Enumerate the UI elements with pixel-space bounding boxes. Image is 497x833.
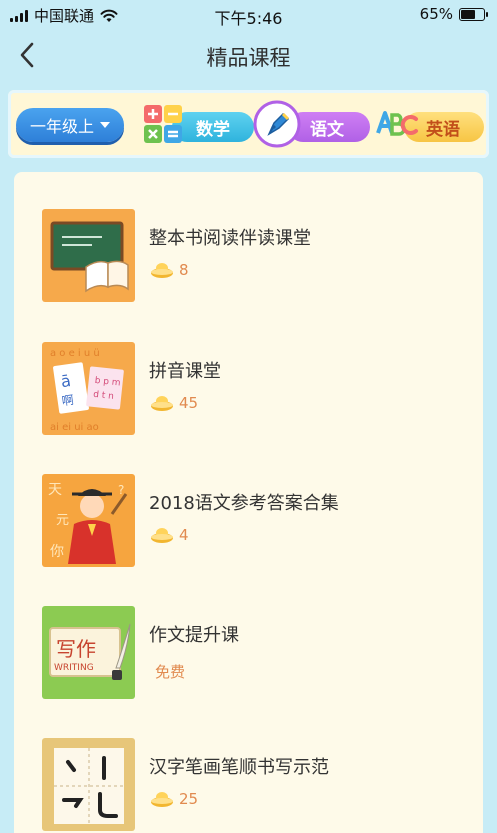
course-price: 4: [150, 526, 189, 544]
course-title: 拼音课堂: [149, 361, 221, 382]
svg-text:你: 你: [50, 544, 64, 560]
course-price-value: 45: [179, 394, 199, 412]
battery-icon: [459, 7, 488, 21]
course-price-free: 免费: [155, 663, 186, 681]
svg-text:a o e i u ü: a o e i u ü: [50, 348, 100, 359]
course-title: 整本书阅读伴读课堂: [149, 228, 311, 249]
course-thumbnail: 天 元 你 ?: [42, 474, 135, 567]
battery-percent: 65%: [419, 5, 453, 23]
writing-scroll-icon: 写作 WRITING: [49, 623, 131, 680]
course-price-value: 8: [179, 261, 189, 279]
stroke-grid-icon: [54, 748, 124, 824]
chalkboard-book-icon: [50, 221, 129, 293]
svg-text:ai ei ui ao: ai ei ui ao: [50, 422, 99, 433]
course-thumbnail: a o e i u ü ā 啊 b p m d t n ai ei ui ao: [42, 342, 135, 435]
subject-bar: 一年级上 数学 语文 英语: [8, 90, 489, 158]
course-item[interactable]: 整本书阅读伴读课堂 8: [42, 209, 472, 304]
course-item[interactable]: 汉字笔画笔顺书写示范 25: [42, 738, 472, 833]
course-item[interactable]: a o e i u ü ā 啊 b p m d t n ai ei ui ao …: [42, 342, 472, 437]
grade-dropdown[interactable]: 一年级上: [16, 108, 124, 142]
tab-english[interactable]: 英语: [374, 96, 486, 152]
svg-text:天: 天: [48, 482, 62, 498]
abc-icon: [376, 111, 418, 136]
course-list: 整本书阅读伴读课堂 8 a o e i u ü ā 啊 b p m d t n …: [14, 172, 483, 833]
svg-text:元: 元: [56, 513, 69, 528]
course-thumbnail: [42, 209, 135, 302]
tab-chinese[interactable]: 语文: [252, 96, 372, 152]
svg-text:啊: 啊: [61, 393, 75, 409]
svg-text:WRITING: WRITING: [54, 663, 94, 673]
course-price-value: 25: [179, 790, 199, 808]
course-price: 45: [150, 394, 198, 412]
course-title: 汉字笔画笔顺书写示范: [149, 757, 329, 778]
svg-text:?: ?: [118, 483, 124, 497]
grade-label: 一年级上: [29, 117, 94, 136]
gold-ingot-icon: [151, 528, 173, 543]
course-title: 作文提升课: [149, 625, 239, 646]
course-price-value: 4: [179, 526, 189, 544]
course-thumbnail: 写作 WRITING: [42, 606, 135, 699]
course-price: 25: [150, 790, 198, 808]
tab-chinese-label: 语文: [310, 119, 344, 140]
page-title: 精品课程: [206, 46, 291, 70]
svg-text:写作: 写作: [56, 637, 96, 661]
tab-math-label: 数学: [196, 119, 230, 140]
math-icon: [144, 105, 182, 143]
nav-bar: 精品课程: [0, 30, 497, 80]
gold-ingot-icon: [151, 396, 173, 411]
pen-icon: [253, 100, 301, 148]
status-right: 65%: [419, 5, 488, 23]
pinyin-cards-icon: a o e i u ü ā 啊 b p m d t n ai ei ui ao: [50, 348, 124, 433]
chevron-down-icon: [100, 122, 110, 128]
gold-ingot-icon: [151, 792, 173, 807]
course-item[interactable]: 写作 WRITING 作文提升课 免费: [42, 606, 472, 701]
screen: 中国联通 下午5:46 65% 精品课程 一年级上 数学 语文 英语 整本书阅读…: [0, 0, 497, 833]
battery-fill: [461, 9, 476, 19]
course-title: 2018语文参考答案合集: [149, 493, 339, 514]
tab-english-label: 英语: [426, 119, 460, 140]
course-item[interactable]: 天 元 你 ? 2018语文参考答案合集 4: [42, 474, 472, 569]
gold-ingot-icon: [151, 263, 173, 278]
course-thumbnail: [42, 738, 135, 831]
status-bar: 中国联通 下午5:46 65%: [0, 0, 497, 30]
course-price: 8: [150, 261, 189, 279]
scholar-icon: 天 元 你 ?: [48, 482, 128, 564]
tab-math[interactable]: 数学: [140, 96, 256, 152]
